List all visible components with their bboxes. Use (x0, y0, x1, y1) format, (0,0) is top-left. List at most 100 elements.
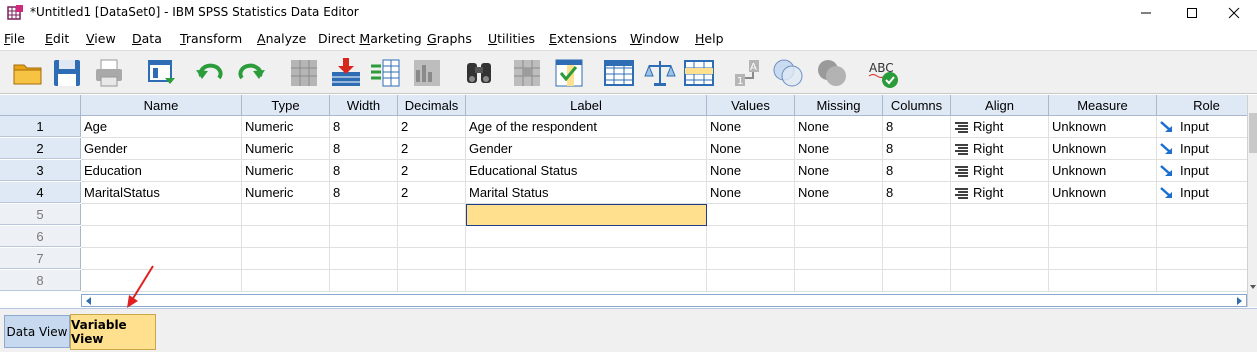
empty-cell[interactable] (795, 248, 883, 270)
menu-view[interactable]: View (86, 31, 116, 46)
minimize-button[interactable] (1123, 0, 1169, 26)
empty-cell[interactable] (951, 226, 1049, 248)
cell-type[interactable]: Numeric (242, 160, 330, 182)
cell-name[interactable]: Education (81, 160, 242, 182)
empty-cell[interactable] (883, 248, 951, 270)
cell-width[interactable]: 8 (330, 116, 398, 138)
menu-window[interactable]: Window (630, 31, 679, 46)
insert-variable-icon[interactable] (552, 56, 586, 90)
vertical-scrollbar[interactable] (1247, 95, 1257, 307)
go-to-case-icon[interactable] (287, 56, 321, 90)
cell-values[interactable]: None (707, 182, 795, 204)
row-header[interactable]: 8 (0, 270, 81, 291)
empty-cell[interactable] (466, 270, 707, 292)
cell-columns[interactable]: 8 (883, 138, 951, 160)
empty-cell[interactable] (951, 204, 1049, 226)
column-header-missing[interactable]: Missing (795, 95, 883, 116)
cell-type[interactable]: Numeric (242, 116, 330, 138)
cell-measure[interactable]: Unknown (1049, 160, 1157, 182)
empty-cell[interactable] (1049, 248, 1157, 270)
dialog-recall-icon[interactable] (145, 56, 179, 90)
empty-cell[interactable] (1157, 204, 1247, 226)
menu-utilities[interactable]: Utilities (488, 31, 535, 46)
cell-missing[interactable]: None (795, 182, 883, 204)
empty-cell[interactable] (330, 270, 398, 292)
menu-transform[interactable]: Transform (180, 31, 242, 46)
cell-align[interactable]: Right (951, 138, 1049, 160)
empty-cell[interactable] (707, 270, 795, 292)
cell-values[interactable]: None (707, 116, 795, 138)
cell-columns[interactable]: 8 (883, 160, 951, 182)
cell-role[interactable]: Input (1157, 182, 1247, 204)
column-header-role[interactable]: Role (1157, 95, 1247, 116)
column-header-columns[interactable]: Columns (883, 95, 951, 116)
column-header-name[interactable]: Name (81, 95, 242, 116)
row-header[interactable]: 1 (0, 116, 81, 137)
value-labels-icon[interactable]: A1 (733, 56, 767, 90)
empty-cell[interactable] (466, 248, 707, 270)
empty-cell[interactable] (1049, 270, 1157, 292)
empty-cell[interactable] (81, 204, 242, 226)
grid-corner[interactable] (0, 95, 81, 116)
column-header-width[interactable]: Width (330, 95, 398, 116)
cell-measure[interactable]: Unknown (1049, 182, 1157, 204)
cell-columns[interactable]: 8 (883, 182, 951, 204)
menu-analyze[interactable]: Analyze (257, 31, 306, 46)
horizontal-scrollbar[interactable] (81, 294, 1247, 307)
undo-icon[interactable] (193, 56, 227, 90)
column-header-values[interactable]: Values (707, 95, 795, 116)
cell-role[interactable]: Input (1157, 138, 1247, 160)
menu-extensions[interactable]: Extensions (549, 31, 617, 46)
cell-width[interactable]: 8 (330, 160, 398, 182)
cell-label[interactable]: Educational Status (466, 160, 707, 182)
cell-missing[interactable]: None (795, 160, 883, 182)
maximize-button[interactable] (1169, 0, 1215, 26)
cell-name[interactable]: Gender (81, 138, 242, 160)
row-header[interactable]: 4 (0, 182, 81, 203)
empty-cell[interactable] (242, 204, 330, 226)
cell-width[interactable]: 8 (330, 138, 398, 160)
cell-values[interactable]: None (707, 138, 795, 160)
cell-width[interactable]: 8 (330, 182, 398, 204)
empty-cell[interactable] (398, 226, 466, 248)
run-descriptives-icon[interactable] (410, 56, 444, 90)
scroll-right-icon[interactable] (1235, 296, 1244, 306)
split-file-icon[interactable] (602, 56, 636, 90)
cell-decimals[interactable]: 2 (398, 182, 466, 204)
empty-cell[interactable] (883, 204, 951, 226)
empty-cell[interactable] (707, 248, 795, 270)
tab-variable-view[interactable]: Variable View (70, 314, 156, 350)
cell-decimals[interactable]: 2 (398, 138, 466, 160)
cell-align[interactable]: Right (951, 116, 1049, 138)
cell-align[interactable]: Right (951, 160, 1049, 182)
open-file-icon[interactable] (11, 56, 45, 90)
redo-icon[interactable] (234, 56, 268, 90)
cell-missing[interactable]: None (795, 116, 883, 138)
cell-label[interactable]: Age of the respondent (466, 116, 707, 138)
empty-cell[interactable] (707, 226, 795, 248)
spell-check-icon[interactable]: ABC (866, 56, 900, 90)
empty-cell[interactable] (795, 204, 883, 226)
cell-name[interactable]: MaritalStatus (81, 182, 242, 204)
cell-missing[interactable]: None (795, 138, 883, 160)
cell-type[interactable]: Numeric (242, 182, 330, 204)
empty-cell[interactable] (398, 204, 466, 226)
empty-cell[interactable] (330, 248, 398, 270)
row-header[interactable]: 3 (0, 160, 81, 181)
empty-cell[interactable] (795, 226, 883, 248)
cell-values[interactable]: None (707, 160, 795, 182)
row-header[interactable]: 5 (0, 204, 81, 225)
empty-cell[interactable] (466, 226, 707, 248)
row-header[interactable]: 6 (0, 226, 81, 247)
insert-cases-icon[interactable] (510, 56, 544, 90)
cell-type[interactable]: Numeric (242, 138, 330, 160)
find-icon[interactable] (462, 56, 496, 90)
cell-label[interactable]: Marital Status (466, 182, 707, 204)
print-icon[interactable] (92, 56, 126, 90)
weight-cases-icon[interactable] (643, 56, 677, 90)
empty-cell[interactable] (883, 226, 951, 248)
go-to-variable-icon[interactable] (329, 56, 363, 90)
empty-cell[interactable] (1157, 248, 1247, 270)
menu-graphs[interactable]: Graphs (427, 31, 472, 46)
empty-cell[interactable] (242, 248, 330, 270)
